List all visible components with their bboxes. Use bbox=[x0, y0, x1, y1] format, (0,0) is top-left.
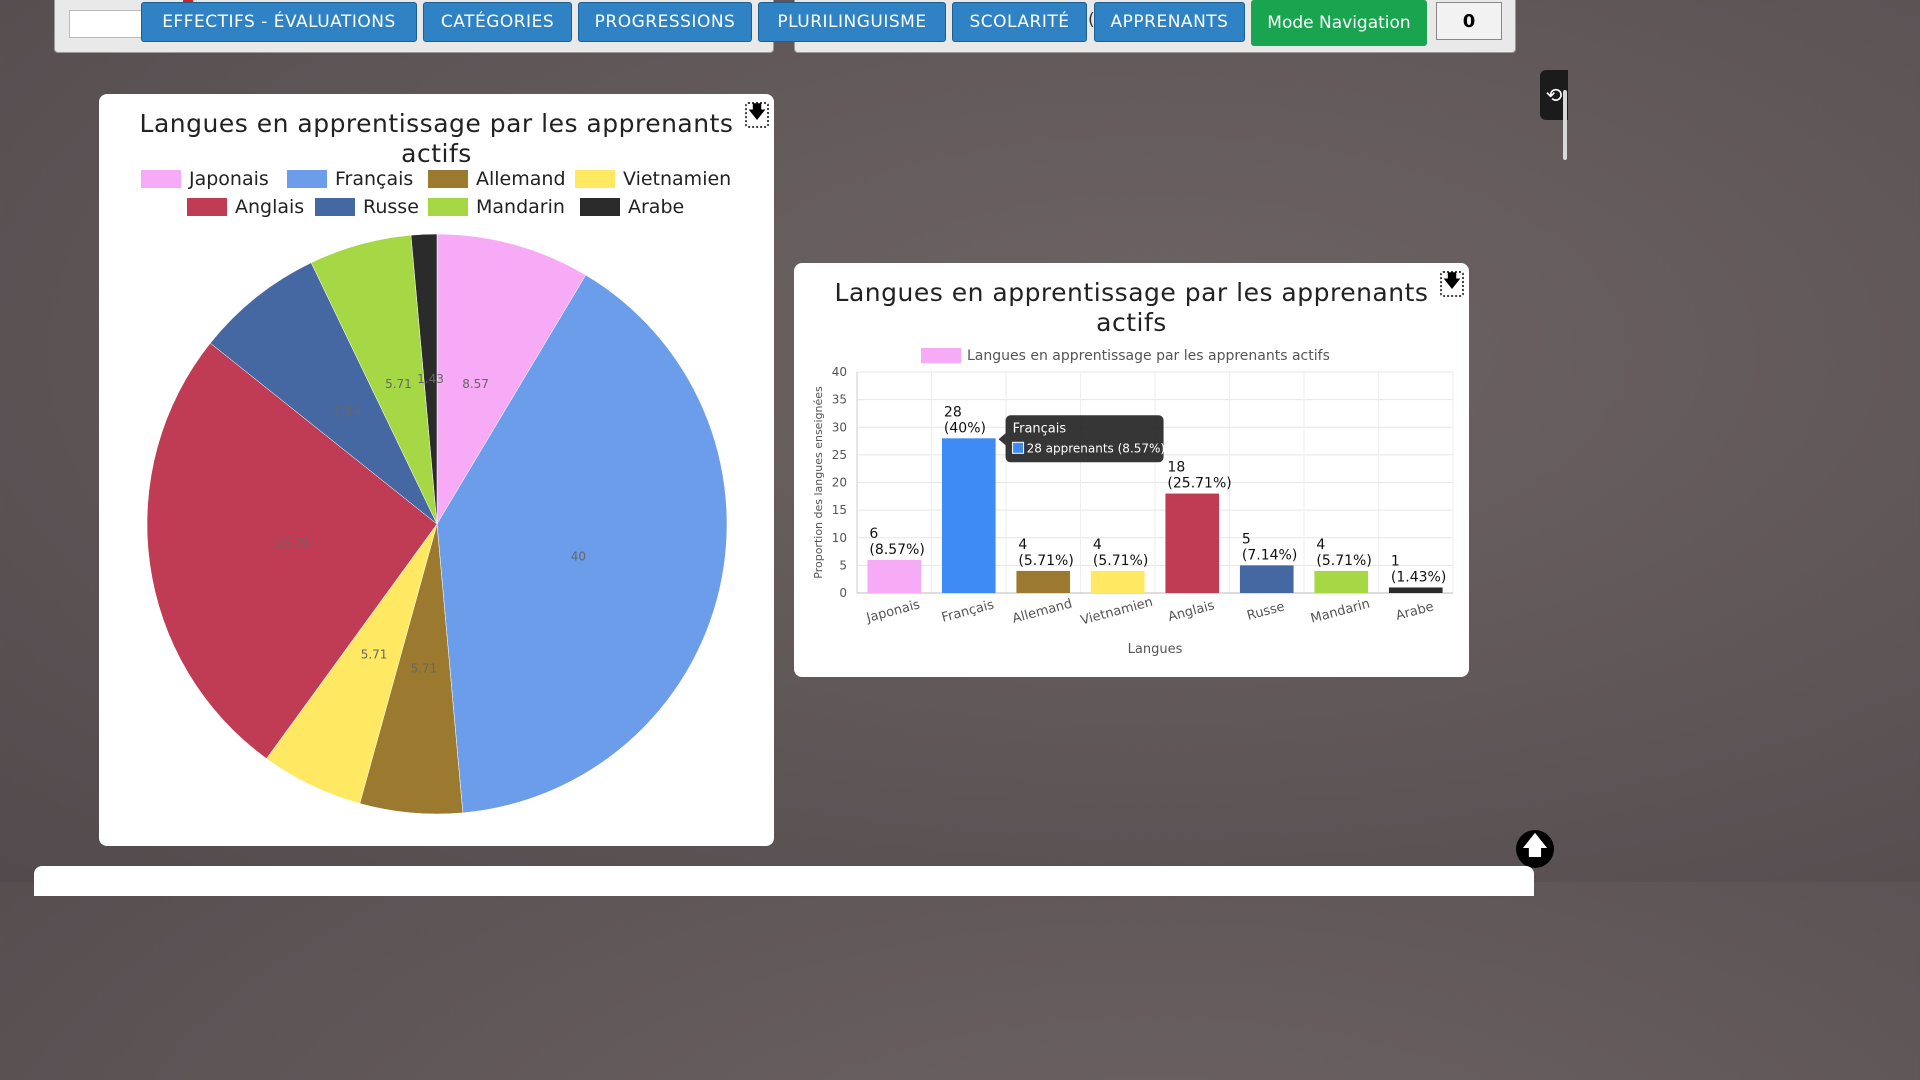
mode-navigation-button[interactable]: Mode Navigation bbox=[1251, 0, 1427, 46]
bar-arabe bbox=[1388, 587, 1443, 593]
bar-value-label: 4 bbox=[1093, 537, 1102, 553]
tooltip-swatch bbox=[1012, 441, 1025, 454]
arrow-up-icon[interactable]: 🡅 bbox=[1516, 830, 1554, 868]
pie-slice-label: 7.14 bbox=[333, 404, 360, 418]
bottom-panel bbox=[34, 866, 1534, 896]
legend-label: Langues en apprentissage par les apprena… bbox=[967, 348, 1330, 364]
pie-slice-label: 5.71 bbox=[411, 661, 438, 675]
x-tick-label: Vietnamien bbox=[1079, 595, 1154, 629]
x-tick-label: Mandarin bbox=[1309, 597, 1372, 627]
nav-button-plurilinguisme[interactable]: PLURILINGUISME bbox=[758, 2, 946, 42]
bar-pct-label: (5.71%) bbox=[1093, 553, 1148, 569]
x-tick-label: Arabe bbox=[1394, 599, 1435, 623]
pie-chart: 8.57 40 5.71 5.71 25.71 7.14 5.71 1.43 bbox=[146, 233, 728, 815]
nav-button-scolarite[interactable]: SCOLARITÉ bbox=[952, 2, 1087, 42]
bar-pct-label: (40%) bbox=[944, 420, 986, 436]
bar-pct-label: (7.14%) bbox=[1242, 547, 1297, 563]
y-tick-label: 20 bbox=[832, 476, 847, 490]
x-tick-label: Anglais bbox=[1167, 598, 1217, 625]
bar-pct-label: (5.71%) bbox=[1018, 553, 1073, 569]
bar-français bbox=[941, 438, 996, 593]
y-tick-label: 35 bbox=[832, 393, 847, 407]
nav-button-categories[interactable]: CATÉGORIES bbox=[423, 2, 572, 42]
y-tick-label: 30 bbox=[832, 420, 847, 434]
bar-value-label: 6 bbox=[869, 526, 878, 542]
nav-button-progressions[interactable]: PROGRESSIONS bbox=[578, 2, 752, 42]
bar-russe bbox=[1239, 565, 1294, 593]
bar-mandarin bbox=[1314, 570, 1369, 593]
x-tick-label: Japonais bbox=[864, 597, 922, 626]
pie-slice-label: 8.57 bbox=[462, 377, 489, 391]
bar-value-label: 1 bbox=[1391, 553, 1400, 569]
tooltip-body: 28 apprenants (8.57%) bbox=[1027, 441, 1166, 455]
bar-chart-card: Langues en apprentissage par les apprena… bbox=[794, 263, 1469, 677]
bar-allemand bbox=[1016, 570, 1071, 593]
bar-pct-label: (8.57%) bbox=[869, 542, 924, 558]
x-tick-label: Russe bbox=[1245, 599, 1286, 623]
scrollbar[interactable] bbox=[1563, 90, 1567, 160]
pie-chart-card: Langues en apprentissage par les apprena… bbox=[99, 94, 774, 846]
bar-value-label: 4 bbox=[1316, 537, 1325, 553]
counter-field: 0 bbox=[1436, 2, 1502, 40]
y-tick-label: 15 bbox=[832, 503, 847, 517]
bar-value-label: 5 bbox=[1242, 531, 1251, 547]
bar-vietnamien bbox=[1090, 570, 1145, 593]
pie-slice-label: 25.71 bbox=[276, 536, 310, 550]
pie-slice-label: 5.71 bbox=[385, 377, 412, 391]
bar-value-label: 18 bbox=[1167, 460, 1185, 476]
bar-japonais bbox=[867, 559, 922, 593]
tooltip-caret bbox=[998, 433, 1006, 446]
x-axis-title: Langues bbox=[1128, 642, 1183, 657]
pie-slice-label: 5.71 bbox=[361, 648, 388, 662]
y-tick-label: 40 bbox=[832, 365, 847, 379]
tooltip-title: Français bbox=[1013, 421, 1067, 436]
pie-slice-label: 40 bbox=[571, 549, 586, 563]
legend-swatch bbox=[921, 348, 961, 363]
x-tick-label: Français bbox=[940, 597, 996, 625]
bar-pct-label: (5.71%) bbox=[1316, 553, 1371, 569]
y-tick-label: 10 bbox=[832, 531, 847, 545]
bar-anglais bbox=[1165, 493, 1220, 593]
bar-value-label: 28 bbox=[944, 404, 962, 420]
x-tick-label: Allemand bbox=[1011, 596, 1074, 626]
nav-button-effectifs[interactable]: EFFECTIFS - ÉVALUATIONS bbox=[141, 2, 417, 42]
bar-pct-label: (25.71%) bbox=[1167, 476, 1231, 492]
bar-pct-label: (1.43%) bbox=[1391, 569, 1446, 585]
y-tick-label: 0 bbox=[839, 586, 847, 600]
y-axis-title: Proportion des langues enseignées bbox=[812, 386, 825, 579]
pie-slice-label: 1.43 bbox=[417, 372, 444, 386]
y-tick-label: 5 bbox=[839, 558, 847, 572]
bar-chart: Langues en apprentissage par les apprena… bbox=[812, 348, 1454, 657]
nav-button-apprenants[interactable]: APPRENANTS bbox=[1094, 2, 1245, 42]
bar-value-label: 4 bbox=[1018, 537, 1027, 553]
y-tick-label: 25 bbox=[832, 448, 847, 462]
